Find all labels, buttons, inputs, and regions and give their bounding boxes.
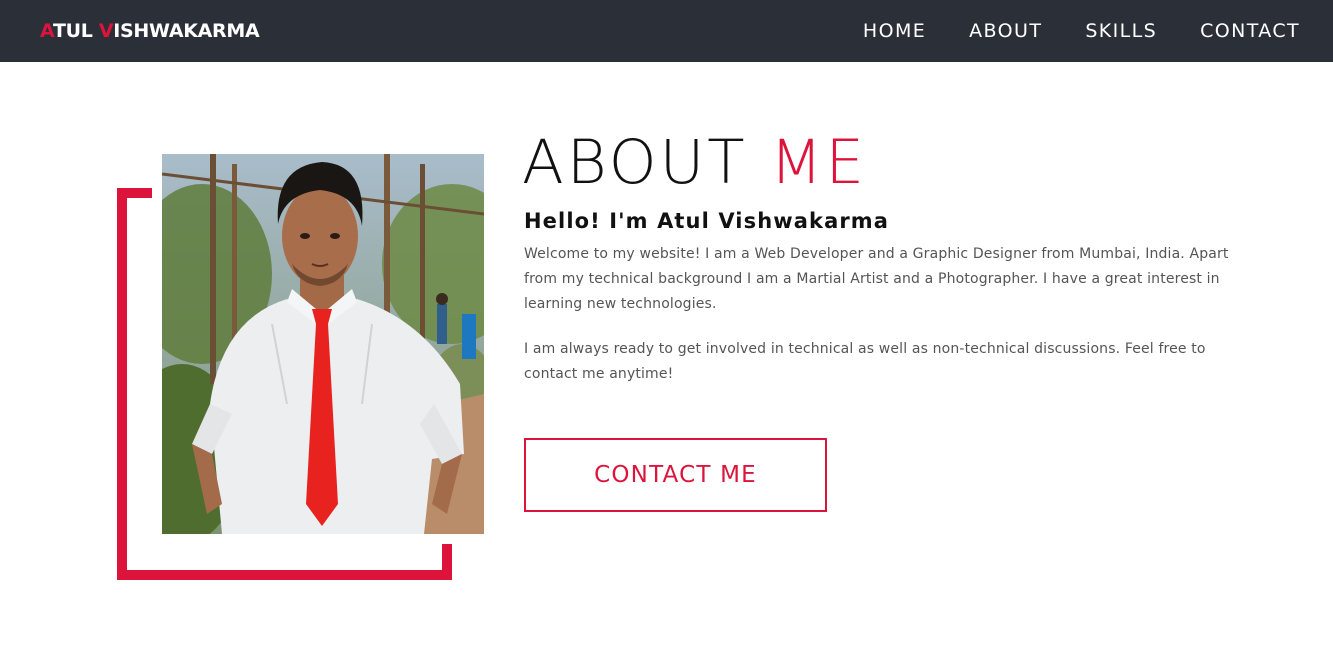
nav-menu: HOME ABOUT SKILLS CONTACT xyxy=(863,18,1300,44)
about-title-accent: ME xyxy=(769,127,868,198)
nav-link-contact[interactable]: CONTACT xyxy=(1200,20,1300,42)
intro-paragraph: Welcome to my website! I am a Web Develo… xyxy=(524,246,1229,312)
brand-logo[interactable]: ATUL VISHWAKARMA xyxy=(40,19,260,43)
nav-item-about: ABOUT xyxy=(969,18,1042,44)
nav-link-home[interactable]: HOME xyxy=(863,20,926,42)
brand-initial-last: V xyxy=(98,20,114,42)
greeting-heading: Hello! I'm Atul Vishwakarma xyxy=(524,209,890,233)
nav-item-contact: CONTACT xyxy=(1200,18,1300,44)
about-title-main: ABOUT xyxy=(522,127,770,198)
nav-link-about[interactable]: ABOUT xyxy=(969,20,1042,42)
profile-photo-illustration xyxy=(162,154,484,534)
contact-me-button[interactable]: CONTACT ME xyxy=(524,438,827,512)
contact-invite-paragraph: I am always ready to get involved in tec… xyxy=(524,341,1206,382)
brand-initial-first: A xyxy=(40,20,53,42)
nav-link-skills[interactable]: SKILLS xyxy=(1085,20,1157,42)
brand-last-rest: ISHWAKARMA xyxy=(113,20,260,42)
about-title: ABOUT ME xyxy=(522,126,867,200)
navbar: ATUL VISHWAKARMA HOME ABOUT SKILLS CONTA… xyxy=(0,0,1333,62)
nav-item-home: HOME xyxy=(863,18,926,44)
nav-item-skills: SKILLS xyxy=(1085,18,1157,44)
profile-photo xyxy=(162,154,484,534)
brand-first-rest: TUL xyxy=(52,20,99,42)
